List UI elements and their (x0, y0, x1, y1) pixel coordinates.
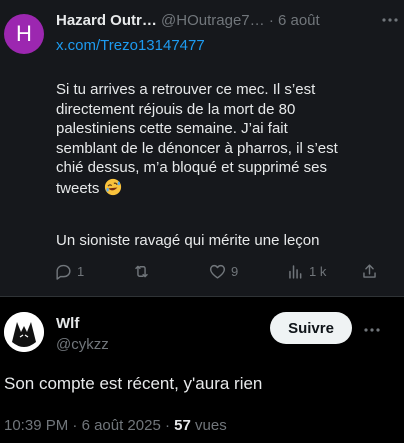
author-name[interactable]: Hazard Outr… (56, 12, 157, 29)
follow-button[interactable]: Suivre (270, 312, 352, 344)
avatar-letter: H (16, 21, 32, 46)
profile-link[interactable]: x.com/Trezo13147477 (56, 37, 205, 54)
avatar[interactable]: H (4, 14, 44, 54)
reply-icon (56, 264, 71, 280)
rolling-laughing-emoji-icon (104, 178, 121, 195)
views-count: 57 (174, 417, 191, 434)
parent-tweet[interactable]: H Hazard Outr… @HOutrage7… · 6 août x.co… (0, 0, 404, 296)
separator-dot: · (268, 12, 274, 29)
share-icon (363, 264, 376, 278)
separator-dot: · (72, 417, 78, 434)
tweet-time[interactable]: 10:39 PM (4, 417, 68, 434)
reply-count: 1 (77, 264, 85, 279)
view-count: 1 k (309, 264, 327, 279)
repost-button[interactable] (132, 262, 155, 281)
views-button[interactable]: 1 k (286, 262, 326, 281)
heart-icon (209, 264, 226, 279)
author-handle[interactable]: @HOutrage7… (161, 12, 265, 29)
tweet-meta: 10:39 PM · 6 août 2025 · 57 vues (4, 417, 227, 434)
repost-icon (135, 265, 148, 278)
tweet-header: Hazard Outr… @HOutrage7… · 6 août (56, 12, 396, 34)
separator-dot: · (164, 417, 170, 434)
like-count: 9 (231, 264, 239, 279)
tweet-text-paragraph-2: Un sioniste ravagé qui mérite une leçon (56, 232, 320, 249)
more-options-icon[interactable] (380, 10, 400, 30)
tweet-date[interactable]: 6 août (278, 12, 320, 29)
like-button[interactable]: 9 (208, 262, 238, 281)
avatar[interactable] (4, 312, 44, 352)
author-name[interactable]: Wlf (56, 315, 79, 332)
reply-button[interactable]: 1 (54, 262, 84, 281)
author-handle[interactable]: @cykzz (56, 336, 109, 353)
tweet-text-paragraph: Si tu arrives a retrouver ce mec. Il s’e… (56, 81, 338, 197)
action-bar: 1 9 1 k (50, 262, 390, 286)
more-options-icon[interactable] (362, 320, 382, 340)
wolf-avatar-icon (4, 312, 44, 352)
analytics-bars-icon (289, 265, 302, 279)
share-button[interactable] (360, 262, 379, 281)
views-label: vues (195, 417, 227, 434)
divider (0, 296, 404, 297)
tweet-date[interactable]: 6 août 2025 (82, 417, 161, 434)
tweet-body: Si tu arrives a retrouver ce mec. Il s’e… (56, 80, 388, 198)
tweet-text: Son compte est récent, y'aura rien (4, 374, 263, 393)
